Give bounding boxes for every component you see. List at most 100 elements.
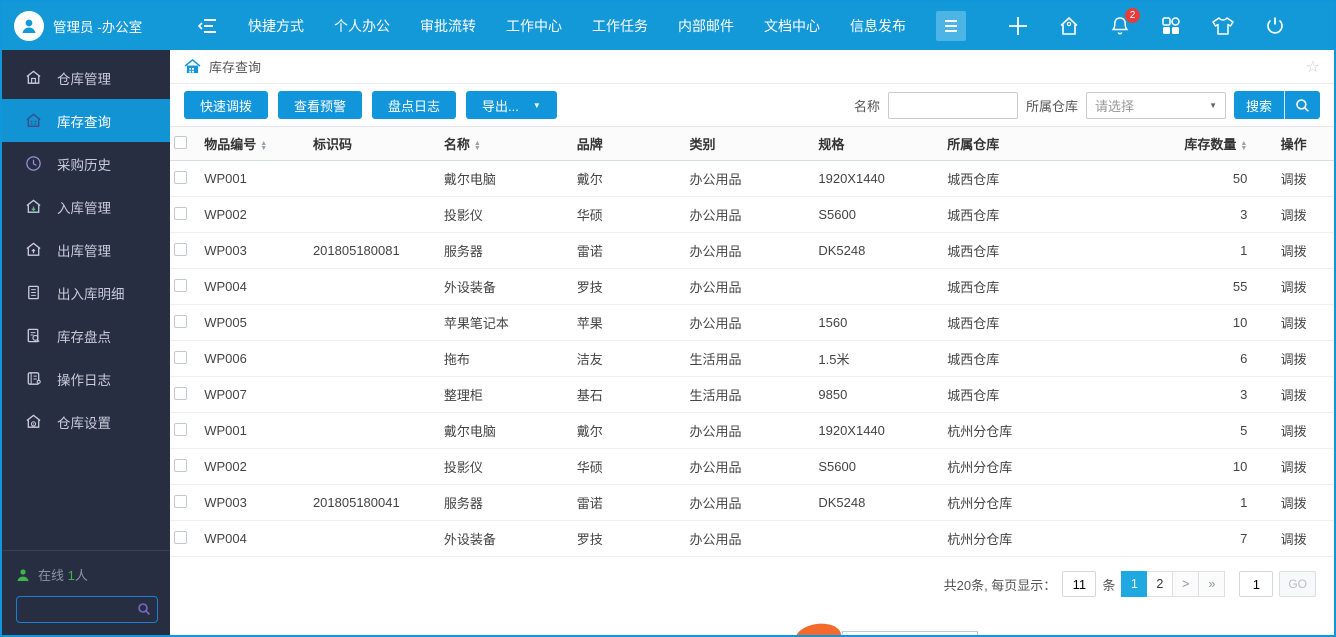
row-checkbox[interactable]: [174, 495, 187, 508]
transfer-link[interactable]: 调拨: [1281, 172, 1307, 187]
nav-item-info-publish[interactable]: 信息发布: [850, 16, 906, 36]
nav-item-work-center[interactable]: 工作中心: [506, 16, 562, 36]
nav-item-personal-office[interactable]: 个人办公: [334, 16, 390, 36]
sidebar-item-inventory-query[interactable]: 库存查询: [2, 99, 170, 142]
sidebar-item-outbound-mgmt[interactable]: 出库管理: [2, 228, 170, 271]
search-button[interactable]: 搜索: [1234, 91, 1320, 119]
sort-icon[interactable]: ▲▼: [474, 141, 481, 151]
select-all-checkbox[interactable]: [174, 136, 187, 149]
sidebar-item-stocktake[interactable]: 库存盘点: [2, 314, 170, 357]
row-checkbox[interactable]: [174, 243, 187, 256]
cell-action: 调拨: [1253, 305, 1334, 341]
row-checkbox[interactable]: [174, 207, 187, 220]
col-warehouse: 所属仓库: [943, 127, 1142, 161]
transfer-link[interactable]: 调拨: [1281, 424, 1307, 439]
logout-power-icon[interactable]: [1264, 15, 1286, 37]
page-size-unit: 条: [1102, 575, 1115, 594]
nav-item-work-tasks[interactable]: 工作任务: [592, 16, 648, 36]
transfer-link[interactable]: 调拨: [1281, 316, 1307, 331]
transfer-link[interactable]: 调拨: [1281, 280, 1307, 295]
row-checkbox[interactable]: [174, 171, 187, 184]
nav-item-internal-mail[interactable]: 内部邮件: [678, 16, 734, 36]
sidebar-nav: 仓库管理 库存查询 采购历史 入库管理 出库管理: [2, 50, 170, 550]
col-stock-qty[interactable]: 库存数量▲▼: [1143, 127, 1254, 161]
sort-icon[interactable]: ▲▼: [260, 141, 267, 151]
row-checkbox[interactable]: [174, 387, 187, 400]
transfer-link[interactable]: 调拨: [1281, 244, 1307, 259]
notification-bell-icon[interactable]: 2: [1109, 15, 1131, 37]
nav-item-shortcuts[interactable]: 快捷方式: [248, 16, 304, 36]
theme-shirt-icon[interactable]: [1211, 15, 1235, 37]
clock-icon: [24, 155, 42, 172]
home-icon[interactable]: [1058, 15, 1080, 37]
orange-cursor-graphic: [794, 621, 842, 635]
nav-item-approval-flow[interactable]: 审批流转: [420, 16, 476, 36]
cell-brand: 洁友: [573, 341, 686, 377]
col-spec: 规格: [814, 127, 943, 161]
sidebar-item-inout-detail[interactable]: 出入库明细: [2, 271, 170, 314]
row-checkbox[interactable]: [174, 315, 187, 328]
add-icon[interactable]: [1007, 15, 1029, 37]
transfer-link[interactable]: 调拨: [1281, 460, 1307, 475]
cell-warehouse: 杭州分仓库: [943, 521, 1142, 557]
last-page-button[interactable]: »: [1199, 571, 1225, 597]
cell-warehouse: 杭州分仓库: [943, 485, 1142, 521]
breadcrumb: 库存查询 ☆: [170, 50, 1334, 84]
sidebar-item-label: 出库管理: [57, 240, 111, 260]
nav-item-document-center[interactable]: 文档中心: [764, 16, 820, 36]
goto-page-input[interactable]: [1239, 571, 1273, 597]
row-checkbox[interactable]: [174, 351, 187, 364]
transfer-link[interactable]: 调拨: [1281, 388, 1307, 403]
page-button-1[interactable]: 1: [1121, 571, 1147, 597]
page-size-input[interactable]: [1062, 571, 1096, 597]
sidebar-item-warehouse-mgmt[interactable]: 仓库管理: [2, 56, 170, 99]
apps-grid-icon[interactable]: [1160, 15, 1182, 37]
view-warning-button[interactable]: 查看预警: [278, 91, 362, 119]
divider: [1284, 91, 1285, 119]
sidebar-item-operation-log[interactable]: 操作日志: [2, 357, 170, 400]
cell-category: 办公用品: [686, 413, 815, 449]
sidebar-item-inbound-mgmt[interactable]: 入库管理: [2, 185, 170, 228]
collapse-menu-icon[interactable]: [198, 18, 218, 34]
favorite-star-icon[interactable]: ☆: [1306, 57, 1320, 77]
sidebar-item-purchase-history[interactable]: 采购历史: [2, 142, 170, 185]
cell-category: 办公用品: [686, 269, 815, 305]
transfer-link[interactable]: 调拨: [1281, 208, 1307, 223]
cell-spec: 1920X1440: [814, 413, 943, 449]
go-button[interactable]: GO: [1279, 571, 1316, 597]
cell-brand: 华硕: [573, 197, 686, 233]
cell-category: 办公用品: [686, 521, 815, 557]
quick-transfer-button[interactable]: 快速调拨: [184, 91, 268, 119]
cell-action: 调拨: [1253, 485, 1334, 521]
online-unit: 人: [75, 568, 88, 583]
col-name[interactable]: 名称▲▼: [440, 127, 573, 161]
transfer-link[interactable]: 调拨: [1281, 496, 1307, 511]
col-item-code[interactable]: 物品编号▲▼: [200, 127, 309, 161]
name-filter-input[interactable]: [888, 92, 1018, 119]
transfer-link[interactable]: 调拨: [1281, 352, 1307, 367]
user-area[interactable]: 管理员 -办公室: [2, 11, 170, 41]
cell-brand: 苹果: [573, 305, 686, 341]
document-icon: [24, 284, 42, 301]
menu-toggle-button[interactable]: [936, 11, 966, 41]
next-page-button[interactable]: >: [1173, 571, 1199, 597]
row-checkbox[interactable]: [174, 459, 187, 472]
transfer-link[interactable]: 调拨: [1281, 532, 1307, 547]
stocktake-log-button[interactable]: 盘点日志: [372, 91, 456, 119]
page-button-2[interactable]: 2: [1147, 571, 1173, 597]
sidebar-search-icon[interactable]: [137, 602, 151, 621]
cell-item-code: WP001: [200, 161, 309, 197]
row-checkbox[interactable]: [174, 531, 187, 544]
cell-category: 生活用品: [686, 377, 815, 413]
cell-action: 调拨: [1253, 161, 1334, 197]
cell-tag-code: 201805180041: [309, 485, 440, 521]
sort-icon[interactable]: ▲▼: [1240, 141, 1247, 151]
export-button[interactable]: 导出... ▼: [466, 91, 557, 119]
avatar: [14, 11, 44, 41]
cell-stock-qty: 1: [1143, 233, 1254, 269]
row-checkbox[interactable]: [174, 423, 187, 436]
row-checkbox[interactable]: [174, 279, 187, 292]
sidebar-item-warehouse-settings[interactable]: 仓库设置: [2, 400, 170, 443]
warehouse-select[interactable]: 请选择 ▼: [1086, 92, 1226, 119]
cell-item-code: WP004: [200, 521, 309, 557]
